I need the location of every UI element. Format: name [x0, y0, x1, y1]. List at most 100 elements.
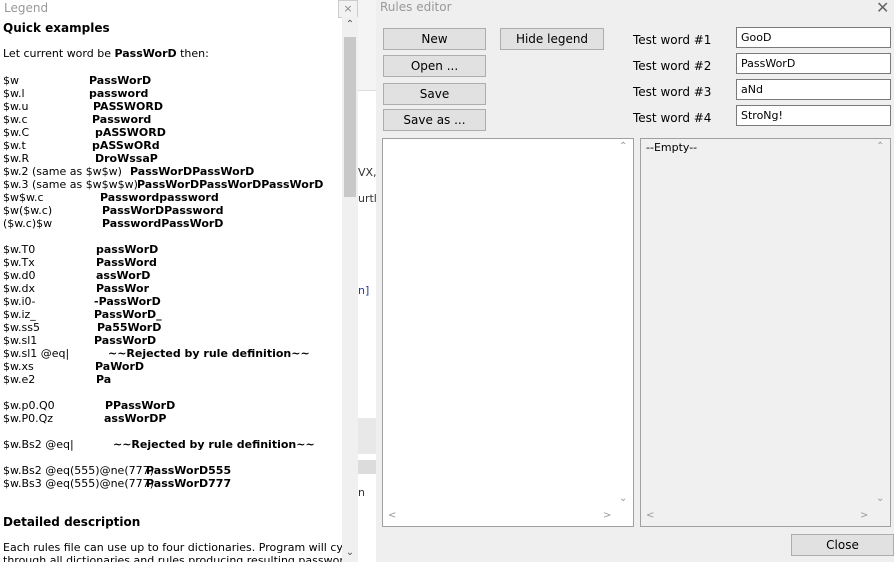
background-text: VX, [358, 166, 377, 179]
example-result: Pa55WorD [97, 321, 162, 334]
example-result: PassWorD [94, 334, 157, 347]
new-button[interactable]: New [383, 28, 486, 50]
example-result: pASSwORd [92, 139, 160, 152]
example-rule: $w.xs [3, 360, 34, 373]
test-word-1-input[interactable]: GooD [736, 27, 891, 48]
example-row: $w.3 (same as $w$w$w) PassWorDPassWorDPas… [3, 178, 323, 191]
close-button[interactable]: Close [791, 534, 894, 556]
scroll-up-icon[interactable]: ⌃ [342, 19, 358, 33]
example-row: $w.sl1 @eq| ~~Rejected by rule definition… [3, 347, 310, 360]
example-result: ~~Rejected by rule definition~~ [108, 347, 310, 360]
example-row: $w.l password [3, 87, 148, 100]
intro-prefix: Let current word be [3, 47, 115, 60]
scroll-right-icon[interactable]: > [603, 510, 611, 521]
example-result: assWorDP [104, 412, 167, 425]
example-result: DroWssaP [95, 152, 158, 165]
example-rule: $w.c [3, 113, 28, 126]
scroll-down-icon[interactable]: ⌄ [876, 493, 884, 504]
editor-close-icon[interactable]: ✕ [876, 0, 889, 17]
hide-legend-button[interactable]: Hide legend [500, 28, 604, 50]
background-window-strip: VX, urtl n] n [358, 0, 377, 562]
test-word-3-input[interactable]: aNd [736, 79, 891, 100]
example-row: $w($w.c) PassWorDPassword [3, 204, 223, 217]
scroll-left-icon[interactable]: < [646, 510, 654, 521]
example-row: $w.P0.Qz assWorDP [3, 412, 166, 425]
example-row: $w.Bs2 @eq| ~~Rejected by rule definition… [3, 438, 315, 451]
save-button[interactable]: Save [383, 83, 486, 105]
legend-scrollbar[interactable]: ⌃ ⌄ [342, 17, 358, 562]
example-row: $w.sl1 PassWorD [3, 334, 156, 347]
legend-close-icon[interactable]: × [338, 0, 358, 18]
example-result: PassWorD_ [94, 308, 162, 321]
example-rule: $w.Bs2 @eq(555)@ne(777) [3, 464, 154, 477]
example-result: PassWor [96, 282, 150, 295]
example-rule: $w.T0 [3, 243, 36, 256]
scroll-left-icon[interactable]: < [388, 510, 396, 521]
test-word-3-label: Test word #3 [633, 85, 712, 99]
example-row: $w.iz_ PassWorD_ [3, 308, 162, 321]
example-row: $w.t pASSwORd [3, 139, 160, 152]
example-row: $w.Bs2 @eq(555)@ne(777) PassWorD555 [3, 464, 231, 477]
example-result: ~~Rejected by rule definition~~ [113, 438, 315, 451]
scroll-up-icon[interactable]: ⌃ [619, 141, 627, 152]
example-rule: $w.2 (same as $w$w) [3, 165, 122, 178]
test-word-2-label: Test word #2 [633, 59, 712, 73]
example-row: $w.Tx PassWord [3, 256, 157, 269]
scroll-down-icon[interactable]: ⌄ [342, 547, 358, 561]
example-rule: $w.l [3, 87, 25, 100]
background-panel [358, 460, 376, 474]
background-panel [358, 418, 376, 454]
example-rule: $w.P0.Qz [3, 412, 54, 425]
example-rule: $w.C [3, 126, 30, 139]
scroll-thumb[interactable] [344, 37, 356, 197]
rules-editor-window: Rules editor ✕ New Open ... Save Save as… [376, 0, 894, 562]
intro-suffix: then: [176, 47, 209, 60]
test-word-4-input[interactable]: StroNg! [736, 105, 891, 126]
scroll-down-icon[interactable]: ⌄ [619, 493, 627, 504]
open-button[interactable]: Open ... [383, 55, 486, 77]
example-rule: $w.sl1 [3, 334, 38, 347]
example-rule: $w.Tx [3, 256, 35, 269]
example-rule: $w.e2 [3, 373, 36, 386]
example-row: $w.xs PaWorD [3, 360, 144, 373]
scroll-up-icon[interactable]: ⌃ [876, 141, 884, 152]
save-as-button[interactable]: Save as ... [383, 109, 486, 131]
example-rule: $w.3 (same as $w$w$w) [3, 178, 138, 191]
test-word-4-label: Test word #4 [633, 111, 712, 125]
example-rule: $w.sl1 @eq| [3, 347, 70, 360]
description-line: Each rules file can use up to four dicti… [3, 541, 342, 554]
editor-title: Rules editor [380, 0, 452, 14]
results-panel[interactable]: --Empty-- ⌃ ⌄ < > [640, 138, 891, 527]
example-rule: $w.R [3, 152, 30, 165]
example-result: assWorD [96, 269, 151, 282]
example-row: $w.C pASSWORD [3, 126, 166, 139]
example-rule: $w.t [3, 139, 26, 152]
example-result: password [89, 87, 149, 100]
test-word-2-input[interactable]: PassWorD [736, 53, 891, 74]
example-row: $w.i0- -PassWorD [3, 295, 161, 308]
background-text: urtl [358, 192, 377, 205]
example-rule: $w [3, 74, 19, 87]
example-result: -PassWorD [94, 295, 161, 308]
example-result: passWorD [96, 243, 159, 256]
example-rule: $w($w.c) [3, 204, 53, 217]
example-rule: ($w.c)$w [3, 217, 53, 230]
example-rule: $w.p0.Q0 [3, 399, 55, 412]
example-rule: $w.i0- [3, 295, 36, 308]
example-row: $w.c Password [3, 113, 151, 126]
example-rule: $w$w.c [3, 191, 44, 204]
example-result: PPassWorD [105, 399, 176, 412]
example-row: $w.2 (same as $w$w) PassWorDPassWorD [3, 165, 254, 178]
example-rule: $w.Bs3 @eq(555)@ne(777) [3, 477, 154, 490]
legend-titlebar: Legend × [0, 0, 358, 18]
scroll-right-icon[interactable]: > [860, 510, 868, 521]
example-row: $w.T0 passWorD [3, 243, 158, 256]
legend-title: Legend [4, 1, 49, 15]
rules-textarea[interactable]: ⌃ ⌄ < > [382, 138, 634, 527]
example-rule: $w.ss5 [3, 321, 40, 334]
example-row: $w.d0 assWorD [3, 269, 150, 282]
detailed-description-heading: Detailed description [3, 515, 141, 529]
example-row: $w.p0.Q0 PPassWorD [3, 399, 175, 412]
example-row: $w.e2 Pa [3, 373, 111, 386]
example-row: $w.u PASSWORD [3, 100, 163, 113]
